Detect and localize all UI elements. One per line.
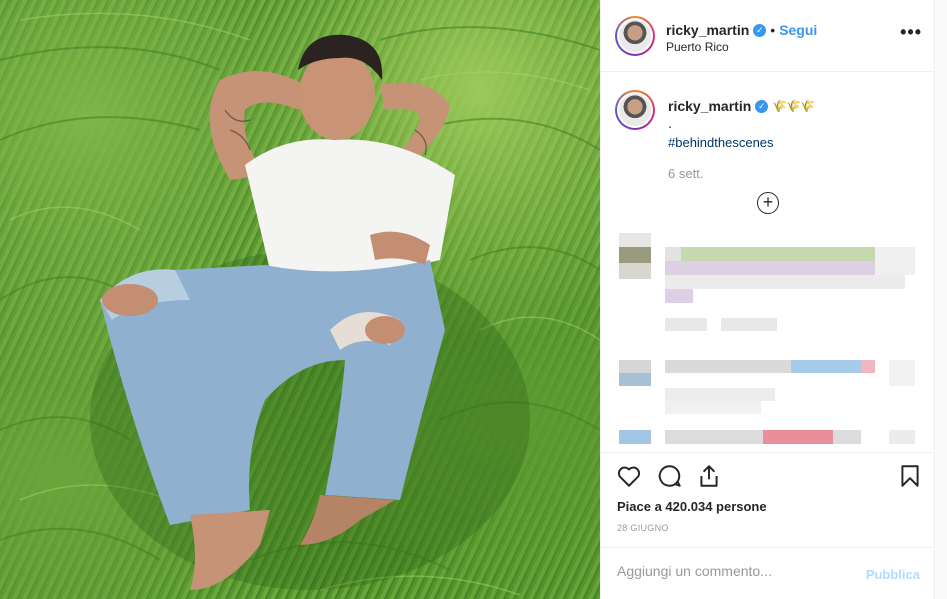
page-edge — [935, 0, 947, 599]
likes-count[interactable]: Piace a 420.034 persone — [617, 499, 767, 514]
share-icon[interactable] — [696, 463, 722, 489]
hashtag-link[interactable]: #behindthescenes — [668, 135, 774, 150]
post-photo[interactable] — [0, 0, 600, 599]
verified-badge-icon: ✓ — [753, 23, 767, 37]
photo-illustration — [0, 12, 600, 596]
more-options-icon[interactable]: ••• — [900, 22, 922, 43]
author-avatar[interactable] — [615, 16, 655, 56]
post-side-panel: ricky_martin ✓ • Segui Puerto Rico ••• r… — [600, 0, 936, 599]
save-bookmark-icon[interactable] — [897, 463, 923, 489]
post-actions: Piace a 420.034 persone 28 GIUGNO — [601, 452, 936, 547]
follow-button[interactable]: Segui — [779, 22, 817, 38]
author-username[interactable]: ricky_martin — [666, 22, 749, 38]
caption-time-ago: 6 sett. — [668, 166, 704, 181]
load-more-comments-icon[interactable]: + — [757, 192, 779, 214]
caption-username[interactable]: ricky_martin — [668, 98, 751, 114]
post-location[interactable]: Puerto Rico — [666, 40, 729, 54]
caption-user-row: ricky_martin ✓ 🌾🌾🌾 — [668, 98, 815, 114]
post-date: 28 GIUGNO — [617, 523, 669, 533]
comment-form: Pubblica — [601, 547, 936, 599]
publish-button[interactable]: Pubblica — [866, 567, 920, 582]
comment-bubble-icon[interactable] — [657, 463, 683, 489]
comment-input[interactable] — [617, 563, 847, 579]
post-header: ricky_martin ✓ • Segui Puerto Rico ••• — [601, 0, 936, 72]
header-user-row: ricky_martin ✓ • Segui — [666, 22, 817, 38]
caption-text: . — [668, 115, 672, 131]
verified-badge-icon: ✓ — [755, 99, 769, 113]
like-heart-icon[interactable] — [616, 463, 642, 489]
caption-avatar[interactable] — [615, 90, 655, 130]
separator-dot: • — [770, 22, 776, 38]
caption-emoji: 🌾🌾🌾 — [772, 99, 815, 113]
